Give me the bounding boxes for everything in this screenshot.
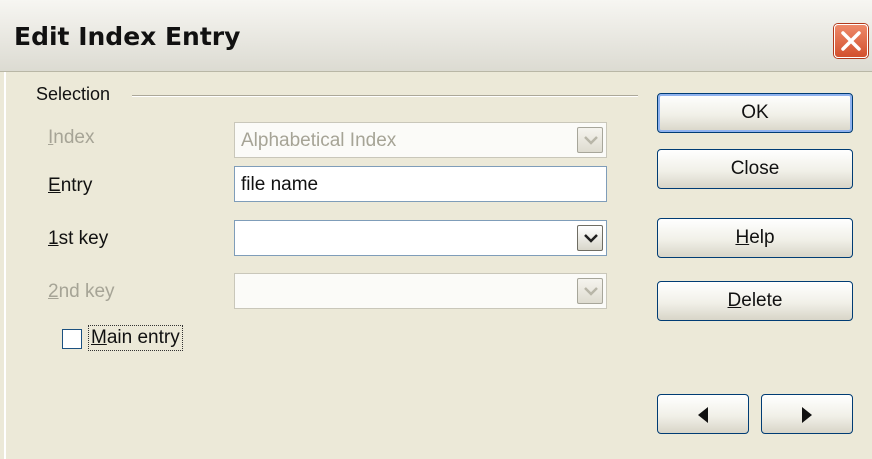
chevron-down-icon[interactable]: [577, 225, 603, 251]
index-select: Alphabetical Index: [234, 122, 607, 158]
help-button[interactable]: Help: [657, 218, 853, 258]
key1-label-mnemonic: 1: [48, 228, 59, 249]
arrow-right-icon: [802, 407, 812, 423]
chevron-down-icon: [577, 127, 603, 153]
key2-label-mnemonic: 2: [48, 281, 59, 302]
previous-entry-button[interactable]: [657, 394, 749, 434]
window-title: Edit Index Entry: [14, 22, 241, 51]
main-entry-checkbox[interactable]: [62, 329, 82, 349]
key2-combobox: [234, 273, 607, 309]
help-button-rest: elp: [749, 227, 775, 248]
close-x-icon[interactable]: [834, 24, 868, 58]
chevron-down-icon: [577, 278, 603, 304]
key2-label: 2nd key: [48, 281, 115, 303]
key1-label: 1st key: [48, 228, 108, 250]
arrow-left-icon: [698, 407, 708, 423]
main-entry-label[interactable]: Main entry: [88, 325, 183, 351]
entry-field[interactable]: file name: [234, 166, 607, 202]
help-mnemonic: H: [735, 227, 750, 248]
group-divider: [132, 95, 638, 97]
entry-label-mnemonic: E: [48, 175, 61, 196]
index-select-value: Alphabetical Index: [241, 130, 397, 151]
index-label: Index: [48, 127, 94, 149]
delete-mnemonic: D: [727, 290, 742, 311]
title-bar[interactable]: Edit Index Entry: [0, 0, 872, 72]
key1-combobox[interactable]: [234, 220, 607, 256]
entry-label-rest: ntry: [60, 175, 93, 196]
key2-label-rest: nd key: [58, 281, 115, 302]
ok-button[interactable]: OK: [657, 93, 853, 133]
main-entry-mnemonic: M: [91, 327, 107, 348]
entry-field-value: file name: [241, 174, 319, 195]
index-label-rest: ndex: [53, 127, 95, 148]
delete-button-rest: elete: [741, 290, 783, 311]
main-entry-label-rest: ain entry: [106, 327, 180, 348]
close-button[interactable]: Close: [657, 149, 853, 189]
selection-group-label: Selection: [36, 84, 111, 104]
entry-label: Entry: [48, 175, 92, 197]
key1-label-rest: st key: [58, 228, 109, 249]
next-entry-button[interactable]: [761, 394, 853, 434]
delete-button[interactable]: Delete: [657, 281, 853, 321]
